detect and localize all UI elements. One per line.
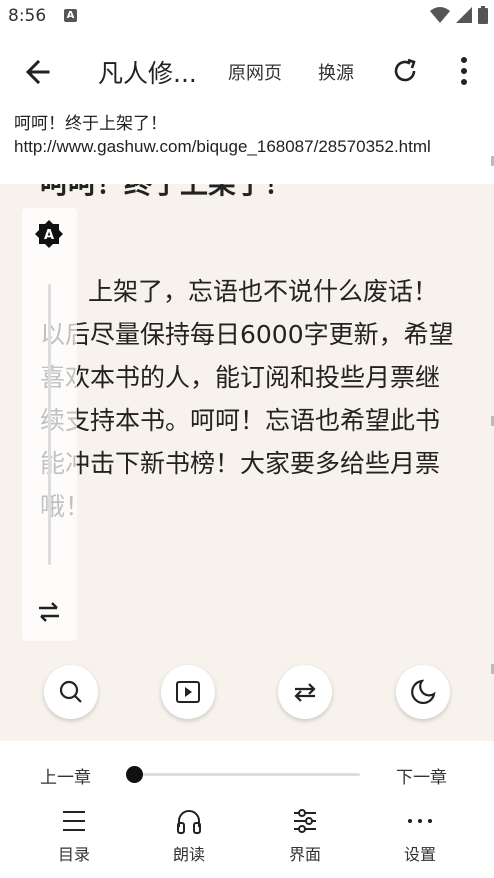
chapter-content: 上架了，忘语也不说什么废话！以后尽量保持每日6000字更新，希望喜欢本书的人，能… <box>40 277 454 521</box>
sliders-icon <box>294 809 316 833</box>
more-horiz-icon <box>408 819 432 823</box>
menu-icon <box>63 811 85 831</box>
status-time: 8:56 <box>8 6 47 26</box>
brightness-slider[interactable] <box>48 284 51 565</box>
signal-icon <box>456 7 472 23</box>
chapter-progress-slider[interactable] <box>134 773 360 776</box>
status-bar: 8:56 A <box>0 0 494 34</box>
bottom-panel: 上一章 下一章 目录 朗读 界面 设置 <box>0 741 494 878</box>
search-icon <box>59 680 82 703</box>
search-button[interactable] <box>44 665 98 719</box>
original-page-button[interactable]: 原网页 <box>228 59 282 85</box>
chapter-heading-partial: 呵呵！终于上架了！ <box>0 184 494 204</box>
more-options-button[interactable] <box>452 54 476 88</box>
status-icons <box>430 6 488 24</box>
prev-chapter-button[interactable]: 上一章 <box>40 763 91 788</box>
nav-read-aloud[interactable]: 朗读 <box>149 807 229 871</box>
brightness-panel: A <box>22 208 77 641</box>
refresh-icon <box>394 58 416 82</box>
night-mode-button[interactable] <box>396 665 450 719</box>
top-toolbar: 凡人修... 原网页 换源 <box>0 34 494 108</box>
wifi-icon <box>430 7 450 23</box>
nav-catalog-label: 目录 <box>57 845 90 864</box>
nav-settings[interactable]: 设置 <box>380 807 460 871</box>
next-chapter-button[interactable]: 下一章 <box>396 763 447 788</box>
nav-interface-label: 界面 <box>288 845 321 864</box>
refresh-button[interactable] <box>390 56 420 86</box>
chapter-title: 呵呵！终于上架了！ <box>14 114 167 134</box>
moon-icon <box>411 679 436 704</box>
back-button[interactable] <box>20 54 56 90</box>
nav-interface[interactable]: 界面 <box>265 807 345 871</box>
notification-icon: A <box>64 9 77 22</box>
chapter-progress-thumb[interactable] <box>126 766 143 783</box>
nav-settings-label: 设置 <box>403 845 436 864</box>
chapter-info: 呵呵！终于上架了！ http://www.gashuw.com/biquge_1… <box>0 108 494 184</box>
replace-button[interactable] <box>278 665 332 719</box>
nav-catalog[interactable]: 目录 <box>34 807 114 871</box>
book-title: 凡人修... <box>98 59 197 88</box>
more-vert-icon <box>461 57 467 85</box>
chapter-url[interactable]: http://www.gashuw.com/biquge_168087/2857… <box>14 136 480 158</box>
swap-horiz-icon <box>39 602 59 622</box>
brightness-auto-icon: A <box>35 220 63 248</box>
nav-read-aloud-label: 朗读 <box>172 845 205 864</box>
auto-brightness-button[interactable]: A <box>34 219 64 249</box>
svg-text:A: A <box>44 228 54 243</box>
auto-page-button[interactable] <box>161 665 215 719</box>
play-icon <box>176 681 200 703</box>
swap-panel-button[interactable] <box>35 598 63 626</box>
arrow-left-icon <box>25 59 50 85</box>
battery-icon <box>478 6 488 24</box>
repeat-icon <box>294 683 316 702</box>
headphones-icon <box>177 810 201 834</box>
change-source-button[interactable]: 换源 <box>318 59 354 85</box>
